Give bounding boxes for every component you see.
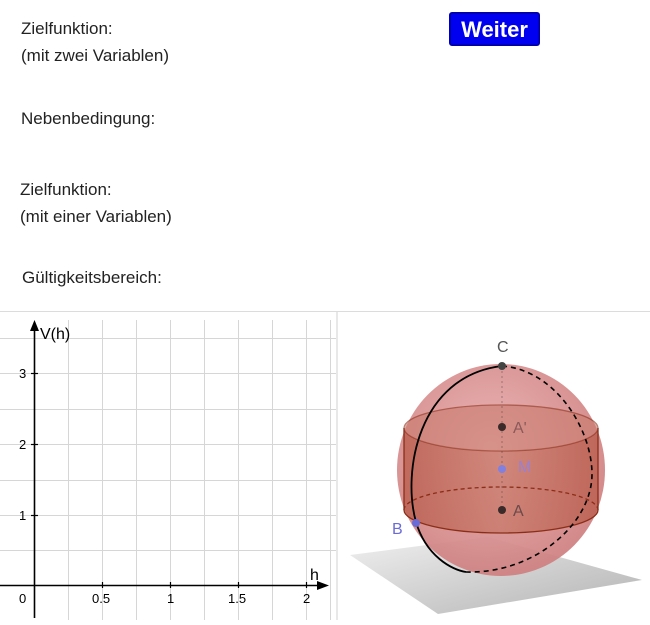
x-tick-label: 1	[167, 591, 174, 606]
point-m[interactable]	[498, 465, 506, 473]
x-tick-label: 2	[303, 591, 310, 606]
y-axis-arrow	[30, 320, 39, 331]
point-a[interactable]	[498, 506, 506, 514]
3d-canvas[interactable]: C A' M A B	[338, 312, 650, 620]
point-a-label: A	[513, 503, 524, 520]
point-b[interactable]	[412, 519, 420, 527]
weiter-button[interactable]: Weiter	[449, 12, 540, 46]
origin-label: 0	[19, 591, 26, 606]
zielfunktion-einer-sub-label: (mit einer Variablen)	[20, 207, 172, 226]
y-tick-label: 1	[19, 508, 26, 523]
zielfunktion-zwei-sub-label: (mit zwei Variablen)	[21, 46, 170, 65]
zielfunktion-zwei-label: Zielfunktion:	[21, 19, 113, 38]
graph-view[interactable]: V(h) h 0 0.5 1 1.5 2 3 2 1	[0, 312, 336, 620]
y-tick-label: 2	[19, 437, 26, 452]
point-c-label: C	[497, 339, 509, 356]
y-axis-label: V(h)	[40, 326, 70, 343]
y-tick-label: 3	[19, 366, 26, 381]
x-axis-label: h	[310, 567, 319, 584]
gueltigkeitsbereich-label: Gültigkeitsbereich:	[22, 268, 162, 287]
zielfunktion-einer-label: Zielfunktion:	[20, 180, 112, 199]
point-c[interactable]	[498, 362, 506, 370]
point-b-label: B	[392, 521, 403, 538]
point-a-prime-label: A'	[513, 420, 527, 437]
graph-canvas[interactable]: V(h) h 0 0.5 1 1.5 2 3 2 1	[0, 312, 336, 620]
x-tick-label: 1.5	[228, 591, 246, 606]
point-m-label: M	[518, 459, 531, 476]
x-tick-label: 0.5	[92, 591, 110, 606]
nebenbedingung-label: Nebenbedingung:	[21, 109, 156, 128]
point-a-prime[interactable]	[498, 423, 506, 431]
grid-lines	[0, 320, 336, 620]
3d-view[interactable]: C A' M A B	[338, 312, 650, 620]
